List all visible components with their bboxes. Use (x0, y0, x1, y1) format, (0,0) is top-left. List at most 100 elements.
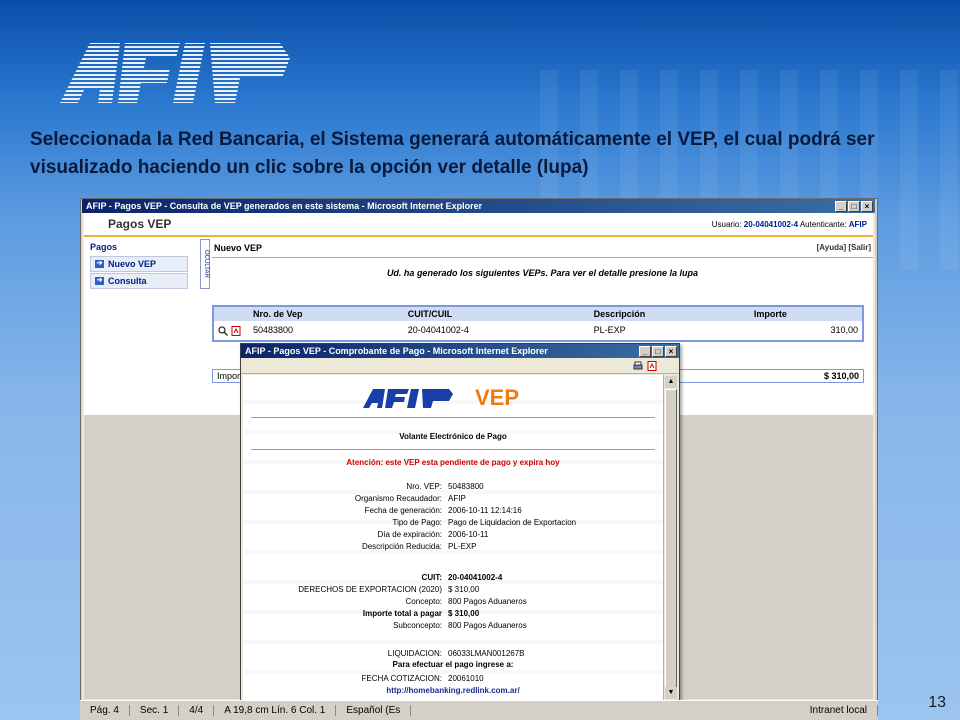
sidebar: Pagos ➔ Nuevo VEP ➔ Consulta (84, 239, 194, 415)
field-key: Concepto: (405, 596, 442, 606)
field-value: $ 310,00 (448, 608, 480, 618)
field-key: FECHA COTIZACION: (361, 673, 442, 683)
sidebar-item-label: Nuevo VEP (108, 259, 157, 269)
auth-label: Autenticante: (799, 219, 847, 229)
doc-title: Volante Electrónico de Pago (399, 432, 507, 441)
table-header: CUIT/CUIL (403, 306, 590, 321)
auth-value: AFIP (848, 219, 867, 229)
field-value: 50483800 (448, 481, 484, 491)
popup-title: AFIP - Pagos VEP - Comprobante de Pago -… (245, 346, 548, 356)
field-key: Organismo Recaudador: (354, 493, 442, 503)
doc-amounts: CUIT: 20-04041002-4 DERECHOS DE EXPORTACI… (243, 571, 663, 631)
field-value: Pago de Liquidacion de Exportacion (448, 517, 577, 527)
table-header: Importe (749, 306, 863, 321)
total-value: $ 310,00 (823, 371, 859, 381)
field-key: CUIT: (421, 572, 442, 582)
sidebar-item-label: Consulta (108, 276, 147, 286)
user-value: 20-04041002-4 (743, 219, 799, 229)
field-row: Descripción Reducida: PL-EXP (243, 540, 663, 552)
status-section: Sec. 1 (130, 705, 180, 716)
vep-number: 50483800 (253, 325, 294, 336)
pdf-icon[interactable] (231, 325, 241, 336)
field-row: Día de expiración: 2006-10-11 (243, 528, 663, 540)
print-icon[interactable] (633, 361, 643, 371)
field-value: 2006-10-11 12:14:16 (448, 505, 522, 515)
popup-titlebar: AFIP - Pagos VEP - Comprobante de Pago -… (241, 344, 679, 358)
status-page: Pág. 4 (80, 705, 130, 716)
section-title: Nuevo VEP (214, 243, 263, 253)
vep-document: VEP Volante Electrónico de Pago Atención… (243, 375, 663, 700)
table-row: 50483800 20-04041002-4 PL-EXP 310,00 (213, 321, 863, 341)
field-row: FECHA COTIZACION: 20061010 (243, 672, 663, 684)
arrow-icon: ➔ (95, 260, 104, 268)
field-row: Importe total a pagar $ 310,00 (243, 607, 663, 619)
slide-heading: Seleccionada la Red Bancaria, el Sistema… (30, 129, 875, 178)
field-value: 800 Pagos Aduaneros (448, 596, 527, 606)
field-row: Subconcepto: 800 Pagos Aduaneros (243, 619, 663, 631)
homebanking-link[interactable]: http://homebanking.redlink.com.ar/ (243, 686, 663, 695)
field-value: 20061010 (448, 673, 484, 683)
maximize-button[interactable]: □ (848, 200, 860, 212)
table-header-row: Nro. de Vep CUIT/CUIL Descripción Import… (213, 306, 863, 321)
field-key: Descripción Reducida: (361, 541, 442, 551)
field-value: 06033LMAN001267B (448, 648, 525, 658)
field-key: Subconcepto: (393, 620, 442, 630)
doc-divider (251, 449, 655, 450)
field-value: AFIP (448, 493, 466, 503)
sidebar-header: Pagos (90, 242, 118, 252)
sidebar-item-consulta[interactable]: ➔ Consulta (90, 273, 188, 289)
field-value: PL-EXP (448, 541, 477, 551)
slide-page-number: 13 (928, 694, 946, 711)
field-row: Nro. VEP: 50483800 (243, 480, 663, 492)
pdf-icon[interactable] (647, 360, 657, 371)
vep-description: PL-EXP (593, 325, 626, 336)
status-pages: 4/4 (179, 705, 215, 716)
ocultar-toggle[interactable]: OCULTAR (200, 239, 210, 289)
popup-scrollbar[interactable]: ▲ ▼ (663, 375, 677, 700)
scroll-down-icon[interactable]: ▼ (665, 687, 677, 699)
field-row: CUIT: 20-04041002-4 (243, 571, 663, 583)
ie-main-titlebar: AFIP - Pagos VEP - Consulta de VEP gener… (82, 199, 875, 213)
maximize-button[interactable]: □ (652, 345, 664, 357)
help-exit-links[interactable]: [Ayuda] [Salir] (817, 243, 871, 253)
status-zone: Intranet local (800, 705, 878, 716)
word-status-bar: Pág. 4 Sec. 1 4/4 A 19,8 cm Lín. 6 Col. … (80, 700, 878, 720)
section-bar: Nuevo VEP [Ayuda] [Salir] (212, 239, 873, 258)
doc-logo: VEP (361, 385, 519, 411)
doc-cotizacion: FECHA COTIZACION: 20061010 (243, 672, 663, 684)
table-header: Descripción (589, 306, 750, 321)
scroll-thumb[interactable] (665, 389, 677, 689)
close-button[interactable]: × (665, 345, 677, 357)
field-value: 20-04041002-4 (448, 572, 503, 582)
field-row: LIQUIDACION: 06033LMAN001267B (243, 647, 663, 659)
sidebar-item-nuevo-vep[interactable]: ➔ Nuevo VEP (90, 256, 188, 272)
field-row: Tipo de Pago: Pago de Liquidacion de Expo… (243, 516, 663, 528)
user-info: Usuario: 20-04041002-4 Autenticante: AFI… (712, 220, 873, 229)
field-row: Concepto: 800 Pagos Aduaneros (243, 595, 663, 607)
doc-divider (251, 417, 655, 418)
field-key: DERECHOS DE EXPORTACION (2020) (298, 584, 442, 594)
minimize-button[interactable]: _ (835, 200, 847, 212)
minimize-button[interactable]: _ (639, 345, 651, 357)
afip-logo (60, 43, 290, 103)
vep-importe: 310,00 (830, 325, 858, 336)
field-row: DERECHOS DE EXPORTACION (2020) $ 310,00 (243, 583, 663, 595)
close-button[interactable]: × (861, 200, 873, 212)
status-position: A 19,8 cm Lín. 6 Col. 1 (214, 705, 337, 716)
field-row: Organismo Recaudador: AFIP (243, 492, 663, 504)
field-key: LIQUIDACION: (387, 648, 442, 658)
row-actions (213, 321, 249, 341)
magnifier-icon[interactable] (218, 325, 228, 336)
doc-warning: Atención: este VEP esta pendiente de pag… (346, 458, 560, 467)
user-label: Usuario: (711, 219, 742, 229)
field-key: Nro. VEP: (406, 481, 442, 491)
ie-main-title: AFIP - Pagos VEP - Consulta de VEP gener… (86, 201, 483, 211)
field-row: Fecha de generación: 2006-10-11 12:14:16 (243, 504, 663, 516)
field-key: Importe total a pagar (362, 608, 442, 618)
scroll-up-icon[interactable]: ▲ (665, 376, 677, 388)
app-title: Pagos VEP (108, 217, 172, 231)
doc-fields: Nro. VEP: 50483800 Organismo Recaudador: A… (243, 480, 663, 552)
field-value: $ 310,00 (448, 584, 480, 594)
field-value: 2006-10-11 (448, 529, 489, 539)
ie-popup-window: AFIP - Pagos VEP - Comprobante de Pago -… (240, 343, 680, 703)
